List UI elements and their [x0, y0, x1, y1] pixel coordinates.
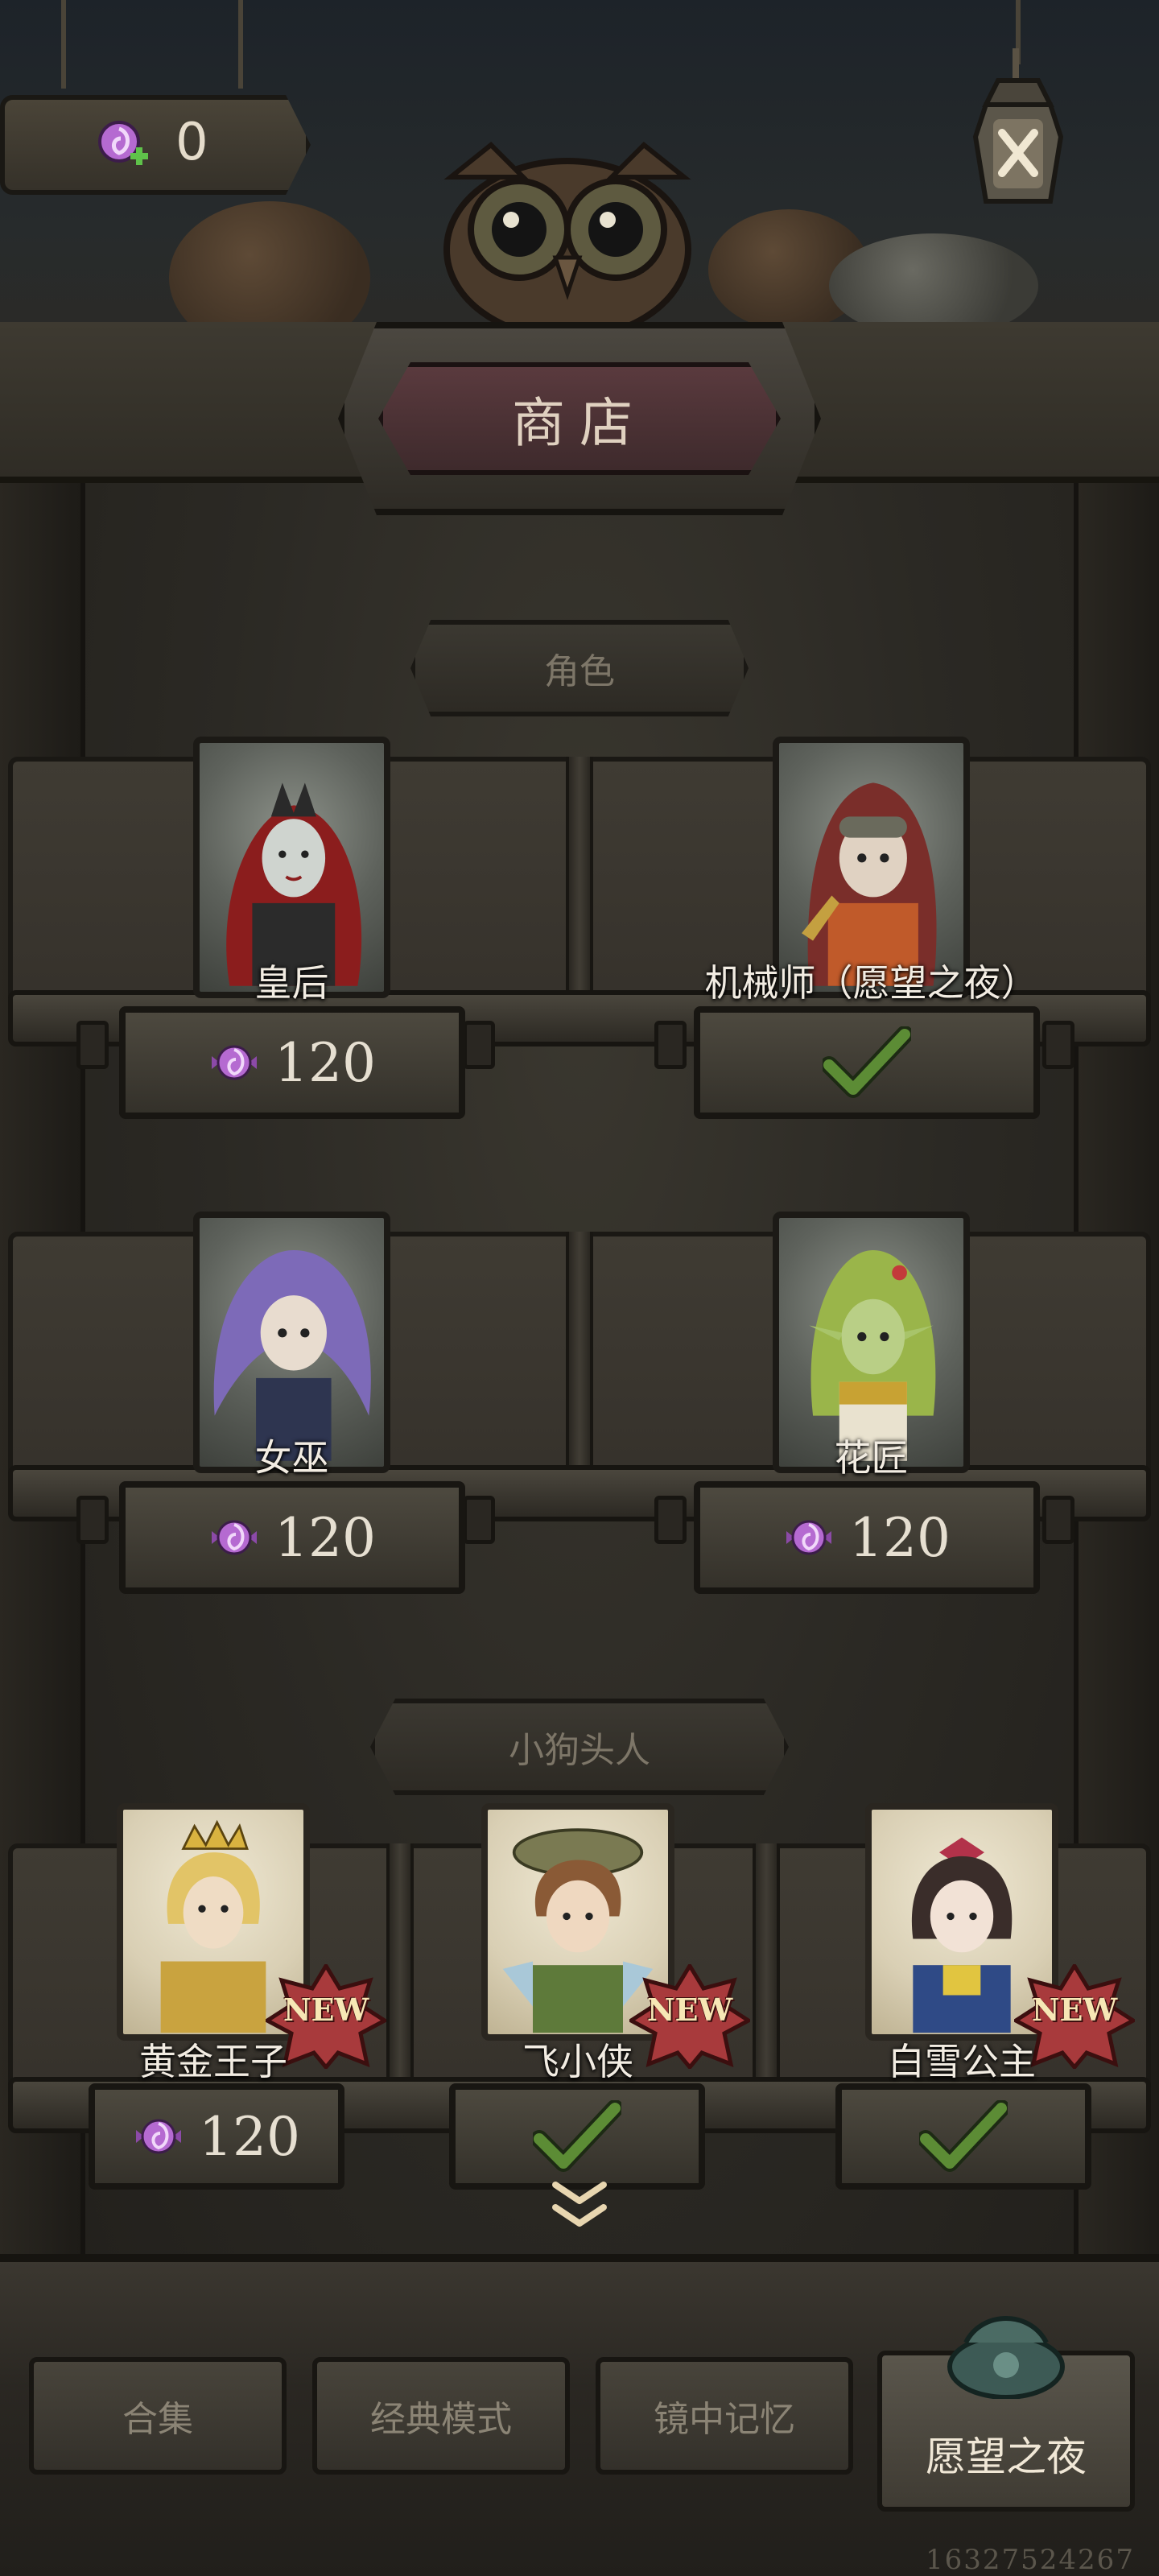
price-value: 120 [274, 1506, 376, 1569]
wish-night-emblem-icon [947, 2316, 1065, 2399]
price-button[interactable]: 120 [119, 1006, 465, 1119]
character-name: 飞小侠 [522, 2040, 633, 2083]
checkmark-icon [533, 2100, 621, 2172]
page-title: 商店 [512, 392, 647, 454]
price-button[interactable]: 120 [119, 1481, 465, 1594]
plate-bracket [76, 1496, 109, 1544]
checkmark-icon [823, 1026, 911, 1098]
price-value: 120 [849, 1506, 951, 1569]
price-button[interactable]: 120 [89, 2083, 344, 2190]
character-name: 黄金王子 [139, 2040, 287, 2083]
price-value: 120 [274, 1031, 376, 1094]
new-badge-label: NEW [283, 1992, 369, 2028]
price-value: 120 [199, 2105, 300, 2168]
candy-icon [136, 2119, 181, 2154]
tab-mirror-memory[interactable]: 镜中记忆 [596, 2357, 853, 2475]
character-name: 皇后 [254, 961, 329, 1005]
section-banner-characters: 角色 [410, 620, 749, 716]
plate-bracket [76, 1021, 109, 1069]
character-name: 女巫 [254, 1436, 329, 1480]
close-icon[interactable] [966, 48, 1070, 209]
plate-bracket [463, 1021, 495, 1069]
build-id: 16327524267 [926, 2544, 1135, 2576]
candy-icon [212, 1045, 257, 1080]
character-name: 花匠 [834, 1436, 909, 1480]
owned-indicator [694, 1006, 1040, 1119]
new-badge-label: NEW [646, 1992, 733, 2028]
scroll-more-icon[interactable] [547, 2174, 612, 2238]
candy-icon [786, 1520, 831, 1555]
shelf-row [8, 1232, 1151, 1521]
candy-icon [212, 1520, 257, 1555]
currency-panel [0, 95, 311, 195]
owned-indicator [835, 2083, 1091, 2190]
price-button[interactable]: 120 [694, 1481, 1040, 1594]
checkmark-icon [919, 2100, 1008, 2172]
tab-classic-mode[interactable]: 经典模式 [312, 2357, 570, 2475]
hanging-string [61, 0, 66, 89]
owl-mascot [443, 141, 691, 338]
plate-bracket [463, 1496, 495, 1544]
plate-bracket [1042, 1021, 1074, 1069]
character-name: 机械师（愿望之夜） [704, 961, 1038, 1005]
candy-plus-icon[interactable] [95, 118, 151, 174]
character-name: 白雪公主 [888, 2040, 1036, 2083]
currency-amount: 0 [175, 113, 208, 172]
shop-screen: 0 商店 角色 皇后 机械师（愿望之夜） 120 女巫 花匠 120 120 小… [0, 0, 1159, 2576]
section-banner-kobolds: 小狗头人 [370, 1699, 789, 1795]
plate-bracket [1042, 1496, 1074, 1544]
plate-bracket [654, 1496, 687, 1544]
new-badge-label: NEW [1031, 1992, 1118, 2028]
hanging-string [238, 0, 243, 89]
plate-bracket [654, 1021, 687, 1069]
tab-collection[interactable]: 合集 [29, 2357, 287, 2475]
